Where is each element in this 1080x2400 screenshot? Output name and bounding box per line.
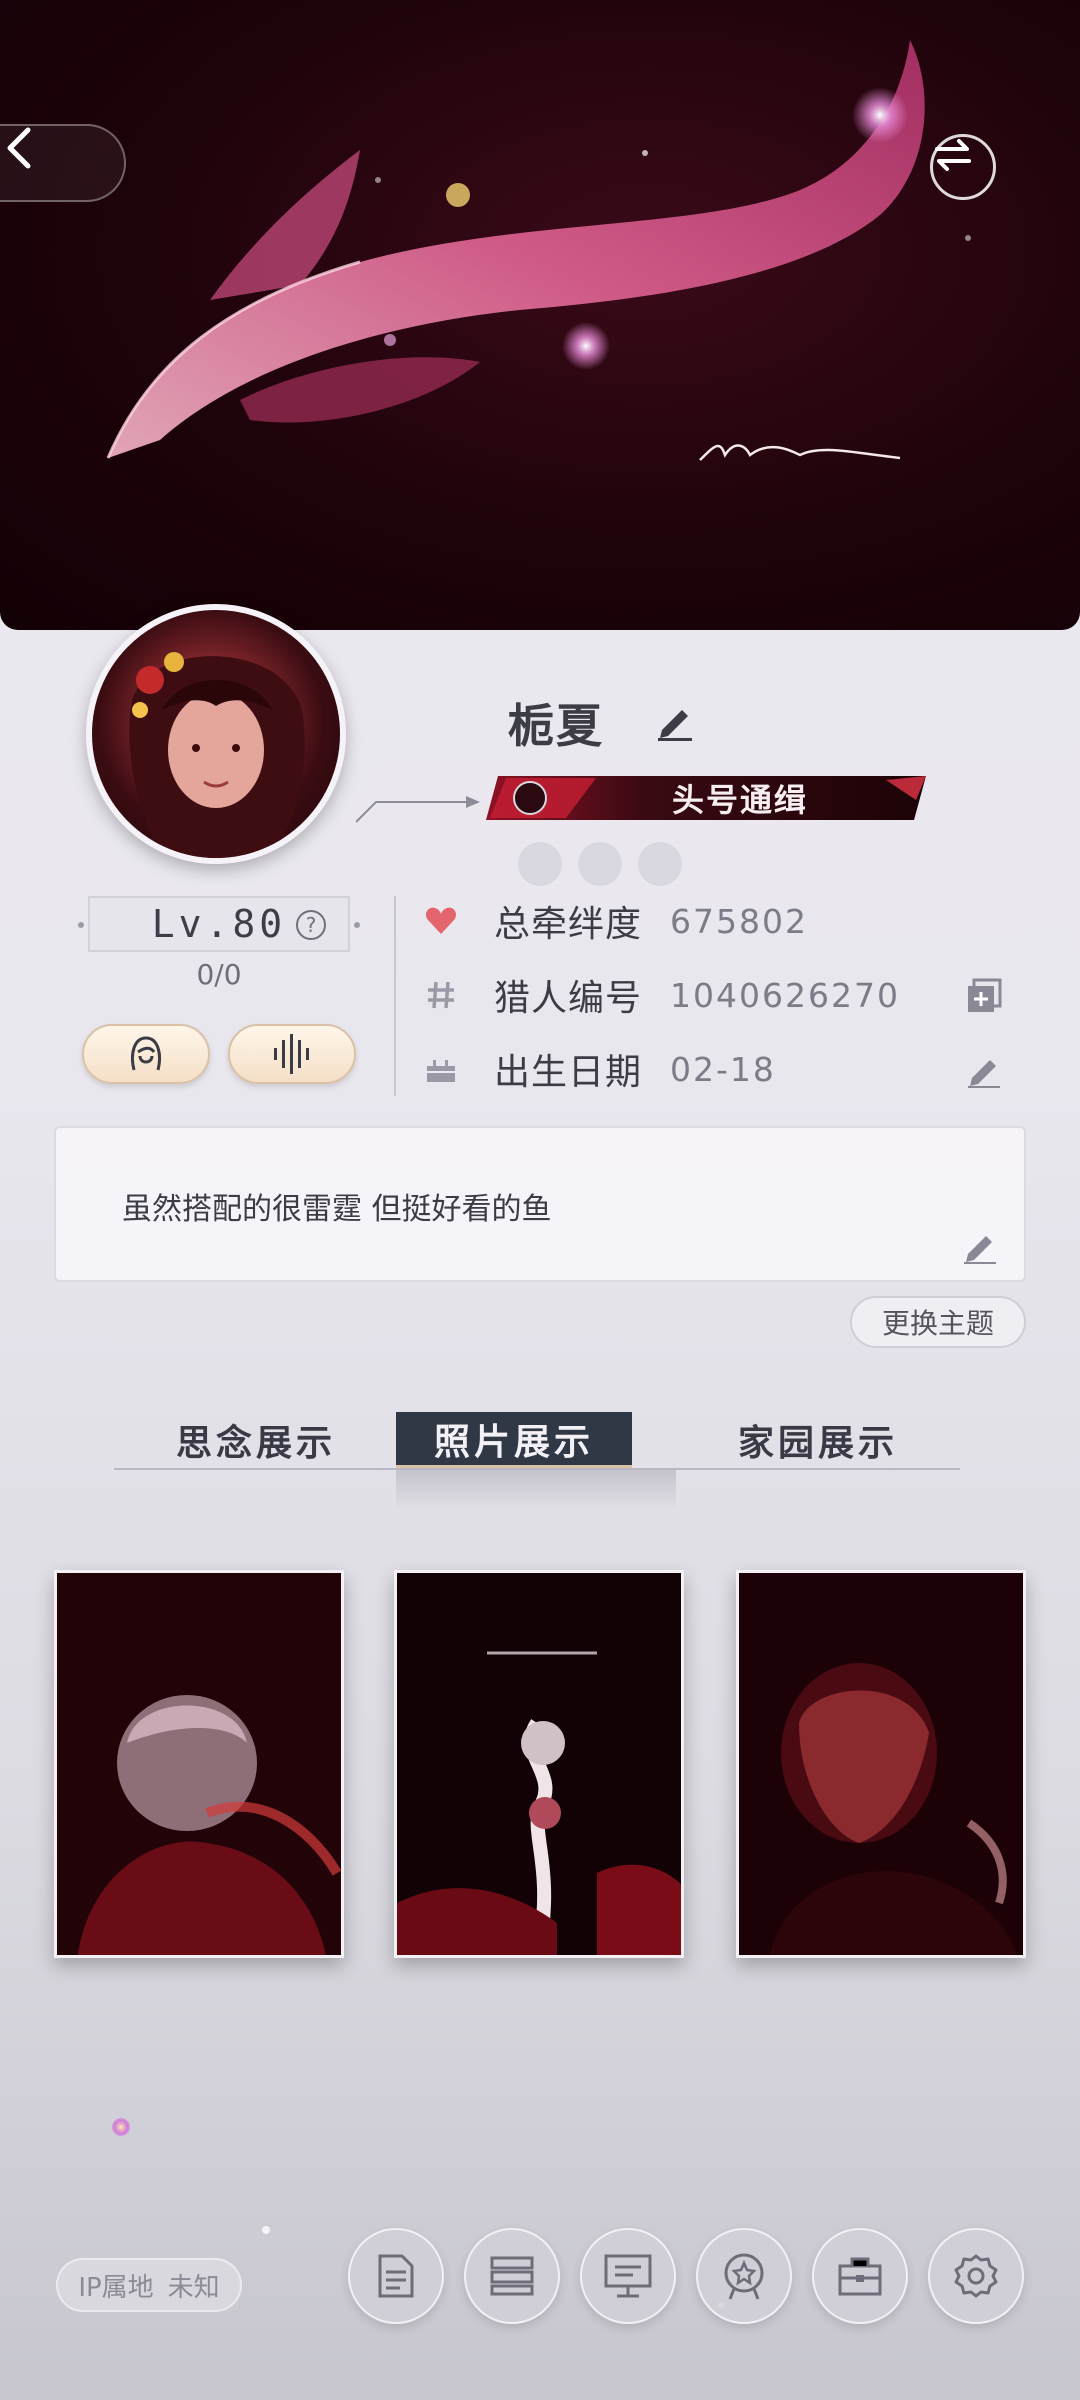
exp-progress-text: 0/0 (196, 958, 242, 991)
info-label: 猎人编号 (494, 978, 643, 1019)
badge-icon (724, 2253, 764, 2300)
tab-home[interactable]: 家园展示 (700, 1412, 936, 1468)
chevron-left-icon (7, 127, 31, 169)
signature-box[interactable]: 虽然搭配的很雷霆 但挺好看的鱼 (54, 1126, 1026, 1282)
nav-badge-button[interactable] (696, 2228, 792, 2324)
ip-value: 未知 (167, 2272, 220, 2303)
heart-icon (424, 904, 458, 938)
copy-icon (968, 978, 1002, 1012)
level-decor-dot (78, 922, 84, 928)
tab-memories[interactable]: 思念展示 (138, 1412, 374, 1468)
medal-slot[interactable] (638, 842, 682, 886)
ip-label: IP属地 (78, 2272, 154, 2303)
side-watermark (34, 1230, 48, 1700)
female-avatar-icon (131, 1036, 161, 1071)
level-help-icon[interactable]: ? (296, 910, 326, 940)
medal-slot[interactable] (578, 842, 622, 886)
photo-image (57, 1573, 341, 1955)
settings-icon (954, 2254, 998, 2298)
document-icon (378, 2254, 414, 2298)
voice-button[interactable] (228, 1024, 356, 1084)
birthday-value: 02-18 (670, 1049, 776, 1089)
photo-image (397, 1573, 681, 1955)
photo-card[interactable] (736, 1570, 1026, 1958)
avatar-image (129, 652, 305, 858)
info-label: 出生日期 (494, 1052, 643, 1093)
sparkle-decor (112, 2118, 130, 2136)
level-decor-dot (354, 922, 360, 928)
active-tab-shadow (396, 1470, 676, 1510)
edit-name-icon[interactable] (654, 700, 696, 742)
copy-id-button[interactable] (964, 976, 1004, 1016)
switch-banner-button[interactable] (930, 134, 996, 200)
ip-location-badge: IP属地 未知 (56, 2258, 242, 2312)
cake-icon (424, 1052, 458, 1086)
bond-value: 675802 (670, 901, 808, 941)
edit-signature-icon[interactable] (960, 1226, 1000, 1266)
briefcase-icon (838, 2257, 882, 2296)
swap-arrows-icon (935, 139, 971, 171)
medal-slot[interactable] (518, 842, 562, 886)
nav-monitor-button[interactable] (580, 2228, 676, 2324)
cards-icon (490, 2256, 534, 2296)
info-row-hunter-id: 猎人编号 1040626270 (424, 968, 900, 1022)
player-name: 栀夏 (508, 699, 604, 753)
appearance-button[interactable] (82, 1024, 210, 1084)
info-row-bond: 总牵绊度 675802 (424, 894, 808, 948)
nav-briefcase-button[interactable] (812, 2228, 908, 2324)
back-button[interactable] (0, 124, 126, 202)
profile-banner (0, 0, 1080, 630)
change-theme-button[interactable]: 更换主题 (850, 1296, 1026, 1348)
title-badge-text: 头号通缉 (671, 781, 808, 819)
signature-text: 虽然搭配的很雷霆 但挺好看的鱼 (122, 1192, 552, 1227)
sparkle-decor (262, 2226, 270, 2234)
tab-photos[interactable]: 照片展示 (396, 1412, 632, 1468)
avatar-connector-line (356, 796, 480, 823)
koi-fish-artwork (106, 40, 971, 461)
edit-icon (968, 1060, 1000, 1088)
sound-wave-icon (274, 1034, 309, 1074)
hunter-id-value: 1040626270 (670, 975, 900, 1015)
photo-card[interactable] (54, 1570, 344, 1958)
info-row-birthday: 出生日期 02-18 (424, 1042, 776, 1096)
level-box: Lv.80 ? (88, 896, 350, 952)
info-label: 总牵绊度 (494, 904, 643, 945)
level-text: Lv.80 (151, 902, 287, 946)
edit-birthday-button[interactable] (964, 1050, 1004, 1090)
info-divider (394, 896, 396, 1096)
nav-settings-button[interactable] (928, 2228, 1024, 2324)
monitor-icon (604, 2254, 652, 2298)
nav-cards-button[interactable] (464, 2228, 560, 2324)
photo-card[interactable] (394, 1570, 684, 1958)
photo-image (739, 1573, 1023, 1955)
avatar[interactable] (86, 604, 346, 864)
nav-document-button[interactable] (348, 2228, 444, 2324)
artist-signature (699, 444, 901, 461)
hash-icon (424, 978, 458, 1012)
